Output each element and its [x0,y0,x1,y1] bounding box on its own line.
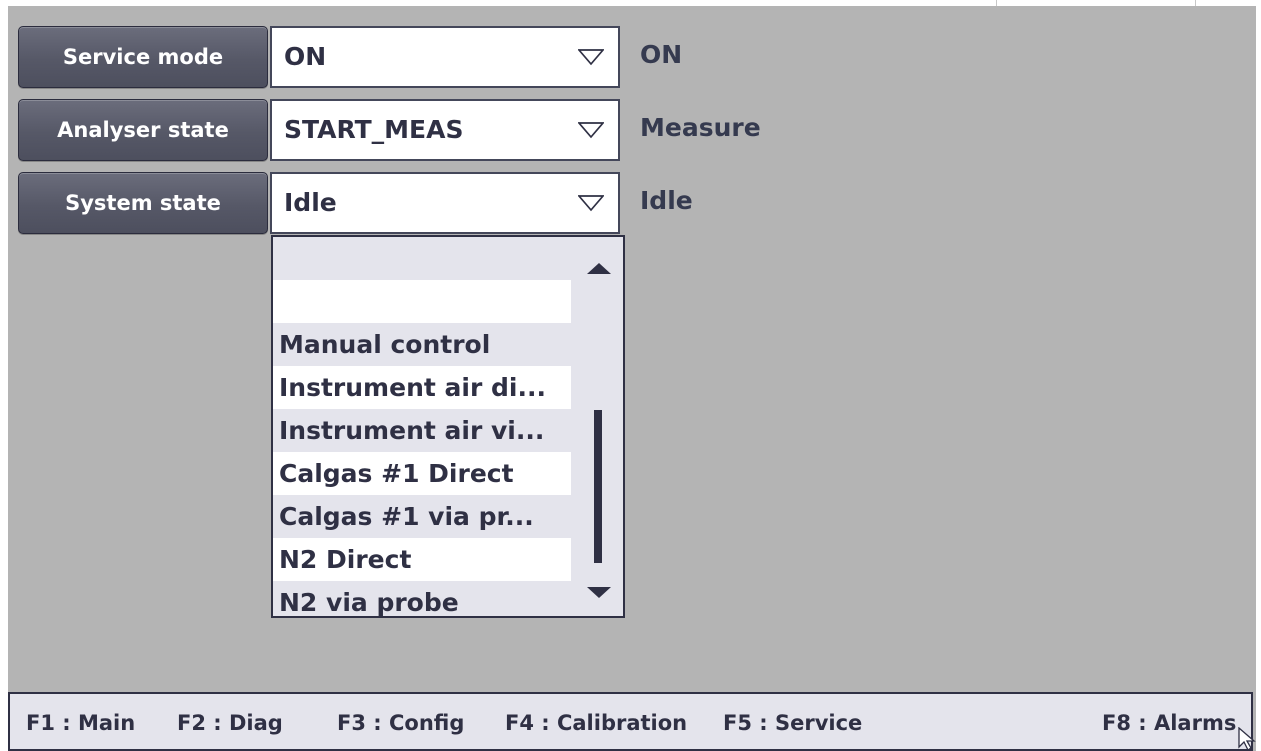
dropdown-option[interactable]: Instrument air di... [273,366,571,409]
function-key-bar: F1 : Main F2 : Diag F3 : Config F4 : Cal… [8,692,1253,751]
analyser-state-selected-value: START_MEAS [284,115,464,144]
service-mode-dropdown[interactable]: ON [270,26,620,88]
analyser-state-button[interactable]: Analyser state [18,99,268,161]
service-mode-label: Service mode [62,45,224,69]
scroll-down-icon[interactable] [581,580,617,604]
service-mode-status: ON [640,40,683,69]
mouse-pointer-icon [1238,727,1256,751]
analyser-state-status: Measure [640,113,761,142]
f2-diag-key[interactable]: F2 : Diag [177,711,283,735]
dropdown-option[interactable]: Manual control [273,323,571,366]
chevron-down-outline-icon [578,195,604,212]
dropdown-option[interactable]: Calgas #1 via pr... [273,495,571,538]
scrollbar-thumb[interactable] [594,410,602,563]
service-mode-selected-value: ON [284,42,327,71]
f1-main-key[interactable]: F1 : Main [26,711,135,735]
f3-config-key[interactable]: F3 : Config [337,711,464,735]
chevron-down-outline-icon [578,49,604,66]
system-state-button[interactable]: System state [18,172,268,234]
analyser-state-label: Analyser state [57,118,229,142]
dropdown-option[interactable]: N2 via probe [273,581,571,616]
dropdown-option[interactable]: Calgas #1 Direct [273,452,571,495]
system-state-label: System state [65,191,221,215]
f4-calibration-key[interactable]: F4 : Calibration [505,711,687,735]
dropdown-option[interactable] [273,237,571,280]
scroll-up-icon[interactable] [581,257,617,281]
f5-service-key[interactable]: F5 : Service [723,711,862,735]
dropdown-option[interactable]: N2 Direct [273,538,571,581]
dropdown-option[interactable]: Instrument air vi... [273,409,571,452]
analyser-state-dropdown[interactable]: START_MEAS [270,99,620,161]
dropdown-option[interactable] [273,280,571,323]
system-state-selected-value: Idle [284,188,337,217]
system-state-status: Idle [640,186,693,215]
system-state-dropdown-list[interactable]: Manual control Instrument air di... Inst… [271,235,625,618]
f8-alarms-key[interactable]: F8 : Alarms [1102,711,1236,735]
chevron-down-outline-icon [578,122,604,139]
service-mode-button[interactable]: Service mode [18,26,268,88]
system-state-dropdown[interactable]: Idle [270,172,620,234]
